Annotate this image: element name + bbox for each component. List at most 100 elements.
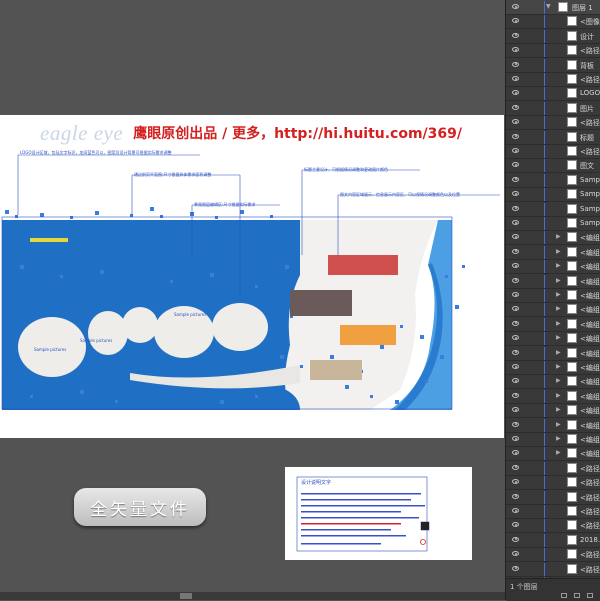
eye-icon[interactable] [512, 292, 519, 297]
layer-row[interactable]: <路径> [506, 504, 600, 519]
expand-triangle-icon[interactable]: ▶ [556, 349, 561, 356]
eye-icon[interactable] [512, 191, 519, 197]
layer-row[interactable]: 2018. [506, 533, 600, 548]
expand-triangle-icon[interactable]: ▶ [556, 233, 561, 240]
layer-row[interactable]: Samp [506, 187, 600, 203]
eye-icon[interactable] [512, 479, 519, 485]
eye-icon[interactable] [512, 551, 519, 557]
eye-icon[interactable] [512, 277, 519, 283]
expand-triangle-icon[interactable]: ▶ [556, 248, 561, 255]
expand-triangle-icon[interactable]: ▶ [556, 320, 561, 327]
expand-triangle-icon[interactable]: ▶ [556, 262, 561, 269]
canvas-area[interactable]: eagle eye 鹰眼原创出品 / 更多，http://hi.huitu.co… [0, 0, 505, 600]
eye-icon[interactable] [512, 4, 519, 9]
layer-row[interactable]: ▶ <编组> [506, 317, 600, 332]
layer-row[interactable]: 标题 [506, 130, 600, 145]
eye-icon[interactable] [512, 119, 519, 125]
eye-icon[interactable] [512, 76, 519, 81]
expand-triangle-icon[interactable]: ▶ [556, 291, 561, 298]
layer-row[interactable]: 图文 [506, 158, 600, 174]
eye-icon[interactable] [512, 493, 519, 499]
eye-icon[interactable] [512, 90, 519, 96]
eye-icon[interactable] [512, 47, 519, 53]
main-artboard[interactable] [0, 115, 504, 438]
eye-icon[interactable] [512, 536, 519, 542]
eye-icon[interactable] [512, 436, 519, 441]
layer-row[interactable]: ▶ <编组> [506, 389, 600, 404]
eye-icon[interactable] [512, 320, 519, 326]
eye-icon[interactable] [512, 220, 519, 225]
scroll-thumb[interactable] [180, 593, 192, 599]
eye-icon[interactable] [512, 61, 519, 67]
new-sublayer-icon[interactable] [574, 593, 580, 598]
layer-row[interactable]: Samp [506, 202, 600, 217]
layer-row[interactable]: ▶ <编组> [506, 259, 600, 275]
eye-icon[interactable] [512, 234, 519, 240]
layer-row[interactable]: <路径> [506, 461, 600, 476]
expand-triangle-icon[interactable]: ▶ [556, 377, 561, 384]
eye-icon[interactable] [512, 407, 519, 413]
horizontal-scrollbar[interactable] [0, 592, 505, 600]
layer-row[interactable]: 图片 [506, 101, 600, 116]
layer-row[interactable]: ▶ <编组> [506, 432, 600, 447]
eye-icon[interactable] [512, 464, 519, 470]
eye-icon[interactable] [512, 148, 519, 153]
layer-row[interactable]: ▶ <编组> [506, 288, 600, 303]
eye-icon[interactable] [512, 508, 519, 513]
expand-triangle-icon[interactable]: ▶ [556, 277, 561, 284]
eye-icon[interactable] [512, 248, 519, 254]
layer-row[interactable]: ▶ <编组> [506, 274, 600, 289]
expand-triangle-icon[interactable]: ▶ [556, 334, 561, 341]
expand-triangle-icon[interactable]: ▶ [556, 363, 561, 370]
layer-row[interactable]: <路径> [506, 43, 600, 59]
eye-icon[interactable] [512, 263, 519, 269]
layer-row[interactable]: Samp [506, 216, 600, 231]
layer-row[interactable]: ▶ <编组> [506, 302, 600, 318]
layer-row[interactable]: ▶ <编组> [506, 360, 600, 375]
layer-row[interactable]: <路径> [506, 547, 600, 563]
expand-triangle-icon[interactable]: ▶ [556, 392, 561, 399]
expand-triangle-icon[interactable]: ▶ [556, 449, 561, 456]
layer-row[interactable]: <路径> [506, 490, 600, 505]
eye-icon[interactable] [512, 349, 519, 355]
layer-row[interactable]: <路径> [506, 475, 600, 491]
eye-icon[interactable] [512, 392, 519, 398]
layer-row[interactable]: ▶ <编组> [506, 245, 600, 260]
delete-layer-icon[interactable] [587, 593, 593, 598]
layer-row[interactable]: ▶ <编组> [506, 418, 600, 433]
eye-icon[interactable] [512, 421, 519, 427]
layer-row[interactable]: <图像> [506, 14, 600, 30]
layer-row[interactable]: ▶ <编组> [506, 331, 600, 347]
layer-row[interactable]: <路径> [506, 72, 600, 87]
layer-row[interactable]: Samp [506, 173, 600, 188]
eye-icon[interactable] [512, 364, 519, 369]
expand-triangle-icon[interactable]: ▶ [556, 421, 561, 428]
layer-row-top[interactable]: ▼ 图层 1 [506, 0, 600, 15]
layer-row[interactable]: LOGO [506, 86, 600, 102]
eye-icon[interactable] [512, 335, 519, 341]
layer-row[interactable]: 设计 [506, 29, 600, 44]
layer-row[interactable]: ▶ <编组> [506, 374, 600, 390]
layer-row[interactable]: ▶ <编组> [506, 446, 600, 462]
layer-row[interactable]: ▶ <编组> [506, 403, 600, 419]
layer-row[interactable]: ▶ <编组> [506, 346, 600, 361]
layer-row[interactable]: <路径> [506, 518, 600, 534]
eye-icon[interactable] [512, 133, 519, 139]
layer-row[interactable]: <路径> [506, 115, 600, 131]
eye-icon[interactable] [512, 176, 519, 182]
new-layer-icon[interactable] [561, 593, 567, 598]
eye-icon[interactable] [512, 162, 519, 168]
eye-icon[interactable] [512, 205, 519, 211]
expand-triangle-icon[interactable]: ▶ [556, 305, 561, 312]
layer-row[interactable]: <路径> [506, 144, 600, 159]
eye-icon[interactable] [512, 565, 519, 571]
eye-icon[interactable] [512, 306, 519, 312]
expand-triangle-icon[interactable]: ▶ [556, 406, 561, 413]
expand-triangle-icon[interactable]: ▶ [556, 435, 561, 442]
full-vector-button[interactable]: 全矢量文件 [74, 488, 206, 526]
side-artboard[interactable]: 设计说明文字 [285, 467, 472, 560]
eye-icon[interactable] [512, 450, 519, 456]
eye-icon[interactable] [512, 32, 519, 38]
layer-row[interactable]: <路径> [506, 562, 600, 577]
eye-icon[interactable] [512, 104, 519, 110]
